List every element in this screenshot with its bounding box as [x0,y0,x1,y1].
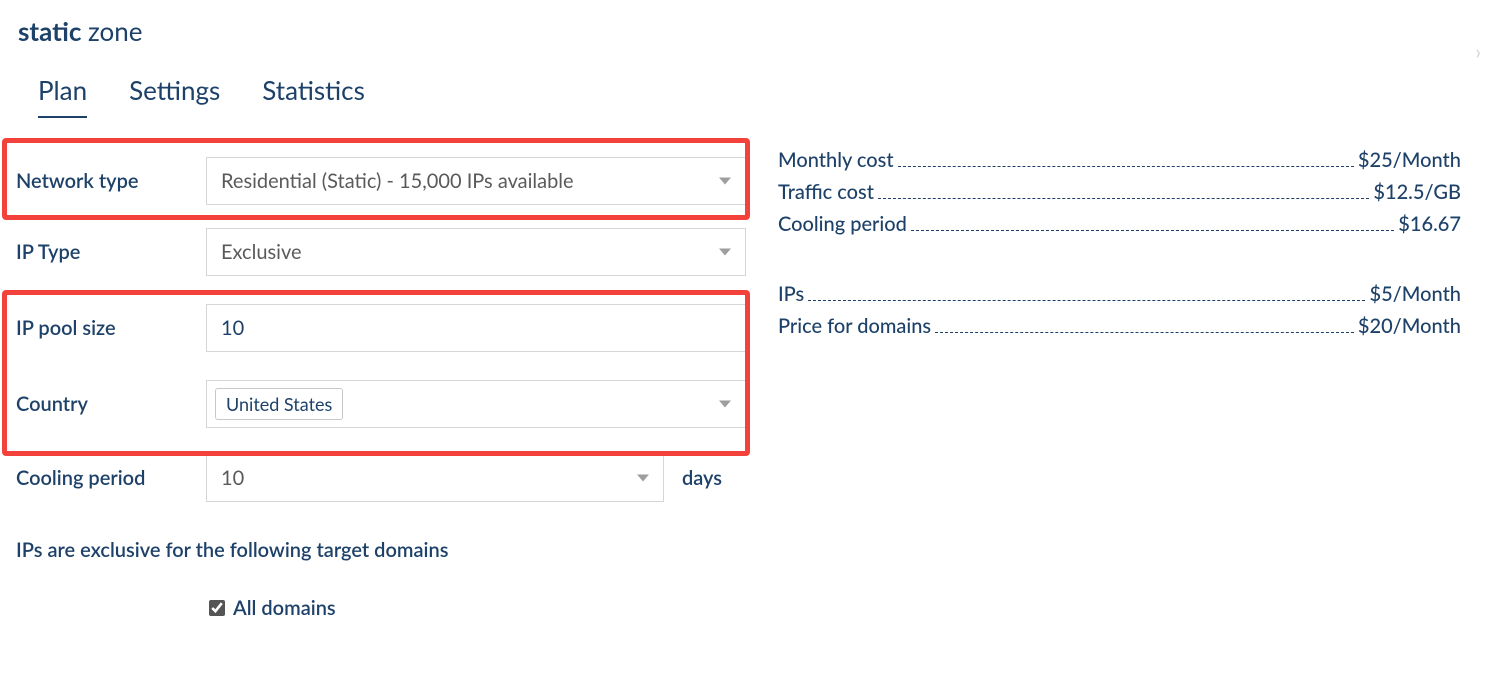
price-value: $25/Month [1358,148,1461,172]
price-label: IPs [778,282,804,306]
tab-plan[interactable]: Plan [38,74,87,118]
price-traffic-cost: Traffic cost $12.5/GB [778,180,1461,204]
price-monthly-cost: Monthly cost $25/Month [778,148,1461,172]
chevron-down-icon [719,401,731,408]
ip-type-value: Exclusive [221,240,302,264]
price-label: Price for domains [778,314,931,338]
form-panel: Network type Residential (Static) - 15,0… [0,138,758,620]
cooling-period-value: 10 [221,466,244,490]
close-icon[interactable]: › [1475,40,1481,64]
price-value: $16.67 [1398,212,1461,236]
chevron-down-icon [637,475,649,482]
country-label: Country [16,392,206,416]
cooling-period-label: Cooling period [16,466,206,490]
network-type-value: Residential (Static) - 15,000 IPs availa… [221,169,574,193]
title-rest: zone [81,15,142,47]
cooling-period-select[interactable]: 10 [206,454,664,502]
title-bold: static [18,15,81,47]
ip-type-select[interactable]: Exclusive [206,228,746,276]
dots [808,300,1365,301]
dots [878,198,1369,199]
dots [898,166,1354,167]
dots [911,230,1394,231]
tab-statistics[interactable]: Statistics [262,74,365,118]
chevron-down-icon [719,249,731,256]
price-label: Cooling period [778,212,907,236]
price-ips: IPs $5/Month [778,282,1461,306]
price-cooling-period: Cooling period $16.67 [778,212,1461,236]
country-tag[interactable]: United States [215,388,343,420]
all-domains-label: All domains [233,596,336,620]
tab-settings[interactable]: Settings [129,74,220,118]
network-type-label: Network type [16,169,206,193]
price-label: Monthly cost [778,148,894,172]
ip-pool-size-label: IP pool size [16,316,206,340]
dots [935,332,1354,333]
network-type-select[interactable]: Residential (Static) - 15,000 IPs availa… [206,157,746,205]
pricing-panel: Monthly cost $25/Month Traffic cost $12.… [758,138,1487,620]
domains-heading: IPs are exclusive for the following targ… [4,514,758,562]
all-domains-checkbox[interactable] [209,600,225,616]
ip-pool-size-input[interactable] [206,304,746,352]
price-value: $5/Month [1369,282,1461,306]
page-title: static zone [0,0,1487,62]
tabs: Plan Settings Statistics [0,62,1487,118]
price-label: Traffic cost [778,180,874,204]
price-for-domains: Price for domains $20/Month [778,314,1461,338]
price-value: $12.5/GB [1373,180,1461,204]
country-select[interactable]: United States [206,380,746,428]
ip-type-label: IP Type [16,240,206,264]
cooling-period-suffix: days [682,466,722,490]
chevron-down-icon [719,178,731,185]
price-value: $20/Month [1358,314,1461,338]
